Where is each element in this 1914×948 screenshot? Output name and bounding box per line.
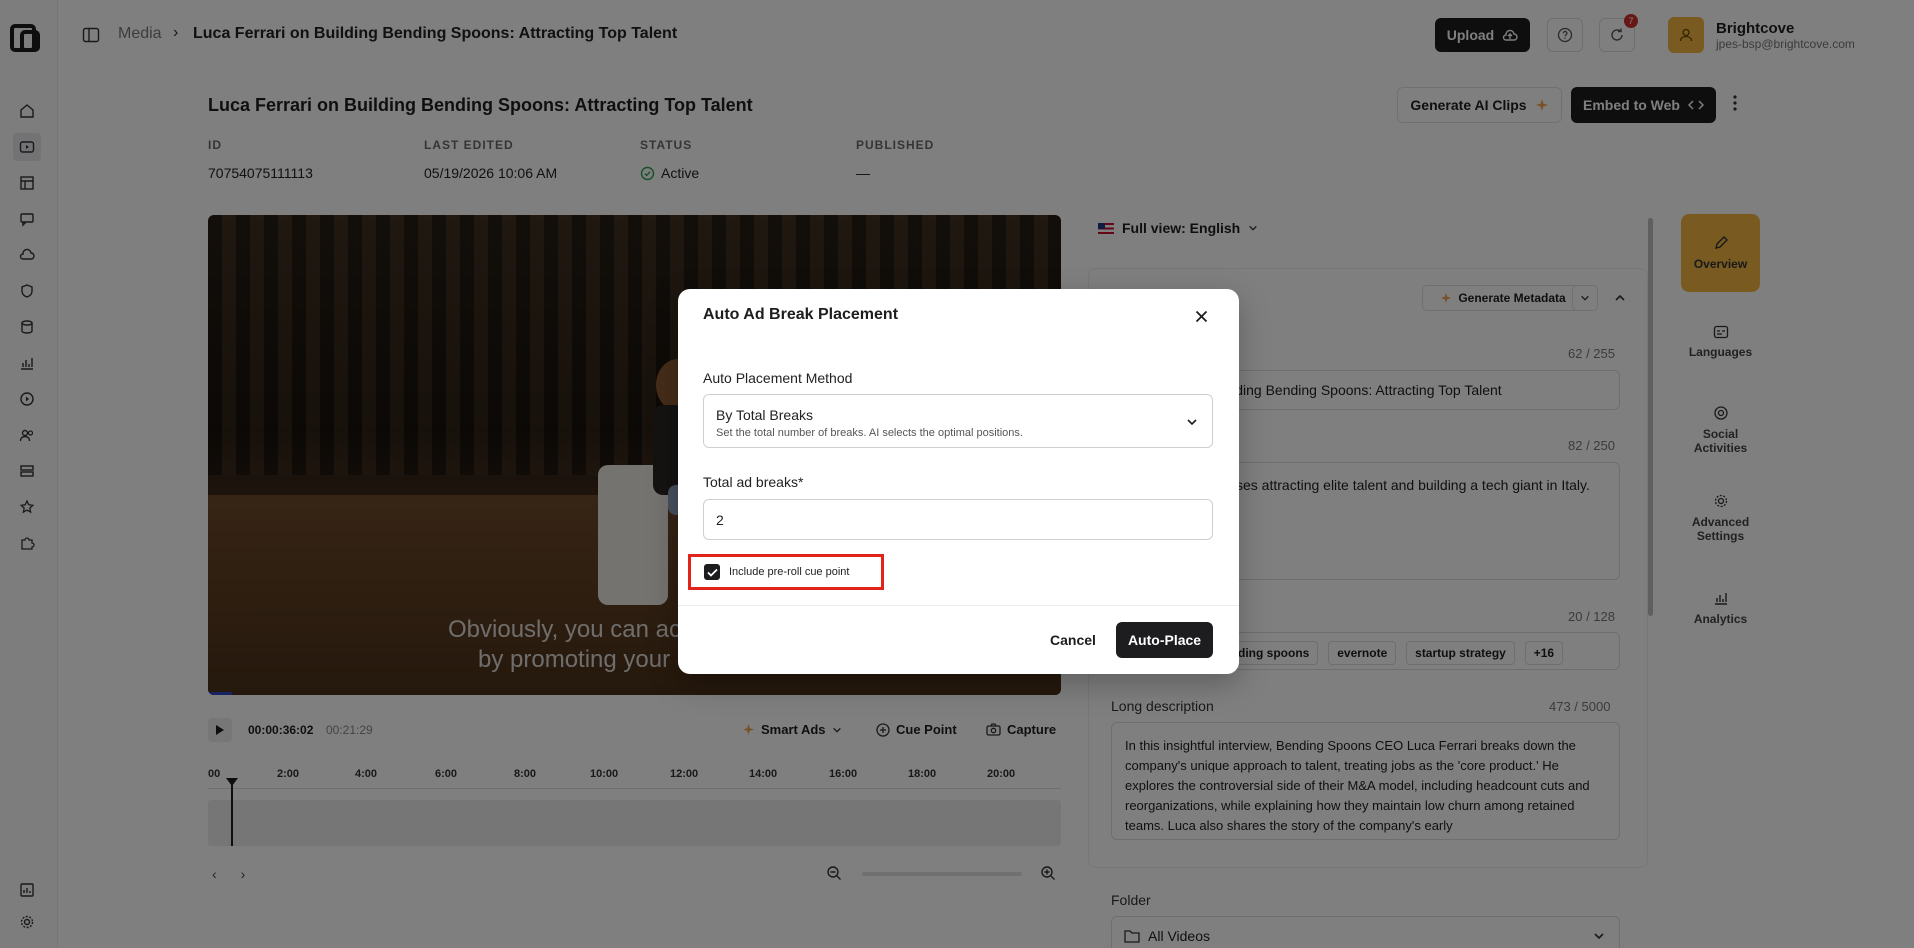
dialog-title: Auto Ad Break Placement: [703, 306, 899, 323]
placement-method-label: Auto Placement Method: [703, 370, 853, 386]
check-icon: [706, 568, 718, 577]
preroll-checkbox[interactable]: [704, 564, 720, 580]
auto-place-button[interactable]: Auto-Place: [1116, 622, 1213, 658]
placement-method-select[interactable]: By Total Breaks Set the total number of …: [703, 394, 1213, 448]
close-button[interactable]: [1191, 306, 1211, 326]
cancel-button[interactable]: Cancel: [1038, 622, 1108, 658]
auto-ad-break-dialog: Auto Ad Break Placement Auto Placement M…: [678, 289, 1239, 674]
placement-method-help: Set the total number of breaks. AI selec…: [716, 427, 1023, 439]
chevron-down-icon: [1187, 419, 1197, 426]
total-breaks-label: Total ad breaks*: [703, 474, 804, 490]
close-icon: [1195, 310, 1207, 322]
preroll-checkbox-highlight: Include pre-roll cue point: [688, 554, 884, 590]
placement-method-value: By Total Breaks: [716, 407, 814, 423]
preroll-checkbox-label[interactable]: Include pre-roll cue point: [729, 566, 849, 578]
dialog-divider: [678, 605, 1239, 606]
total-breaks-input[interactable]: [703, 499, 1213, 540]
